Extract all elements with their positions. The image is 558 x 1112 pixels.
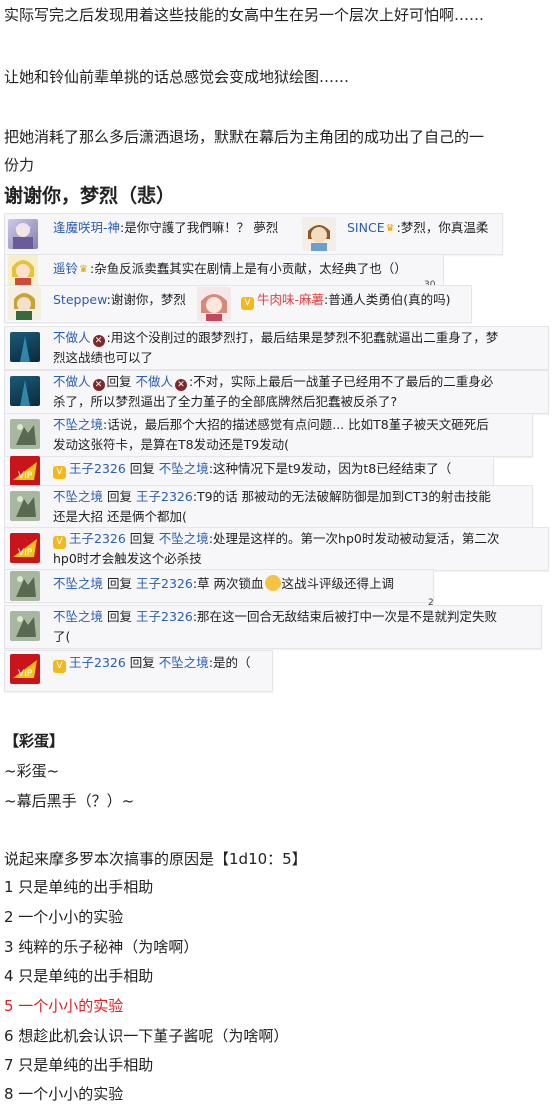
avatar[interactable] [10,491,40,521]
emoji-icon [264,575,281,591]
username[interactable]: 王子2326 [69,531,126,546]
comment-text: V 王子2326 回复 不坠之境:是的（ [53,653,251,673]
comment-text: V 牛肉味-麻薯:普通人类勇伯(真的吗) [241,290,451,310]
username[interactable]: Steppew [53,292,107,307]
username[interactable]: 牛肉味-麻薯 [257,292,324,307]
comment-card: VIP V 王子2326 回复 不坠之境:处理是这样的。第一次hp0时发动被动复活… [4,527,549,571]
username[interactable]: 遥铃 [53,261,78,276]
username[interactable]: 不坠之境 [53,609,103,624]
comment-card: 不做人 ✕:用这个没削过的跟梦烈打，最后结果是梦烈不犯蠢就逼出二重身了，梦 烈这战… [4,326,549,370]
list-item: 1 只是单纯的出手相助 [4,878,154,896]
comment-text: 不做人 ✕:用这个没削过的跟梦烈打，最后结果是梦烈不犯蠢就逼出二重身了，梦 烈这战… [53,330,499,365]
avatar[interactable] [8,287,41,320]
comment-card: 不坠之境 回复 王子2326:草 两次锁血 这战斗评级还得上调 [4,569,434,603]
crown-icon: ♛ [385,223,395,234]
username[interactable]: 逢魔咲玥-神 [53,220,120,235]
crown-icon: ♛ [79,264,88,275]
comment-text: V 王子2326 回复 不坠之境:这种情况下是t9发动，因为t8已经结束了（ [53,459,451,479]
easter-sub-1: ~彩蛋~ [4,762,60,780]
avatar[interactable] [10,611,40,641]
vip-icon: V [53,466,66,479]
avatar[interactable]: VIP [10,533,40,563]
comment-card: 逢魔咲玥-神:是你守護了我們嘛！？ 夢烈 SINCE♛:梦烈，你真温柔 [4,213,503,255]
reply-target[interactable]: 王子2326 [136,609,193,624]
comment-card: 不坠之境 回复 王子2326:那在这一回合无敌结束后被打中一次是不是就判定失败 … [4,605,542,649]
badge-icon: ✕ [92,379,105,391]
avatar[interactable] [8,219,38,249]
comment-text: Steppew:谢谢你，梦烈 [53,292,186,307]
comment-text: 遥铃♛:杂鱼反派卖蠢其实在剧情上是有小贡献，太经典了也（） [53,261,407,276]
vip-icon: V [241,297,254,310]
reply-target[interactable]: 不做人 [136,374,174,389]
comment-text: 不做人 ✕ 回复 不做人 ✕:不对，实际上最后一战堇子已经用不了最后的二重身必 杀了，… [53,374,494,409]
avatar[interactable] [10,376,40,406]
vip-icon: V [53,536,66,549]
username[interactable]: 王子2326 [69,655,126,670]
intro-line-3b: 份力 [4,156,35,174]
section-heading: 谢谢你，梦烈（悲） [4,185,176,207]
list-item: 7 只是单纯的出手相助 [4,1056,154,1074]
badge-icon: ✕ [175,379,188,391]
list-item-highlighted: 5 一个小小的实验 [4,997,124,1015]
easter-sub-2: ~幕后黑手（？）~ [4,792,135,810]
avatar[interactable] [10,332,40,362]
avatar[interactable] [8,255,38,285]
intro-line-1: 实际写完之后发现用着这些技能的女高中生在另一个层次上好可怕啊…… [4,6,485,24]
avatar[interactable] [10,419,40,449]
roll-line: 说起来摩多罗本次搞事的原因是【1d10：5】 [4,850,307,868]
avatar[interactable] [302,217,336,251]
username[interactable]: 不做人 [53,330,91,345]
svg-text:VIP: VIP [18,471,33,481]
username[interactable]: SINCE [347,220,385,235]
list-item: 2 一个小小的实验 [4,908,124,926]
comment-card: 遥铃♛:杂鱼反派卖蠢其实在剧情上是有小贡献，太经典了也（） [4,254,444,286]
comment-text: 不坠之境 回复 王子2326:草 两次锁血 这战斗评级还得上调 [53,575,395,591]
reply-target[interactable]: 不坠之境 [159,531,209,546]
list-item: 6 想趁此机会认识一下堇子酱呢（为啥啊） [4,1027,289,1045]
avatar[interactable]: VIP [10,456,40,486]
username[interactable]: 不坠之境 [53,576,103,591]
comment-card: VIP V 王子2326 回复 不坠之境:这种情况下是t9发动，因为t8已经结束了… [4,456,494,486]
reply-target[interactable]: 王子2326 [136,489,193,504]
avatar[interactable] [10,571,40,601]
comment-text: 逢魔咲玥-神:是你守護了我們嘛！？ 夢烈 [53,220,279,235]
list-item: 8 一个小小的实验 [4,1085,124,1103]
svg-text:VIP: VIP [18,548,33,558]
easter-title: 【彩蛋】 [4,732,65,750]
comment-text: V 王子2326 回复 不坠之境:处理是这样的。第一次hp0时发动被动复活，第二次… [53,531,500,566]
intro-line-3a: 把她消耗了那么多后潇洒退场，默默在幕后为主角团的成功出了自己的一 [4,128,485,146]
comment-card: Steppew:谢谢你，梦烈 V 牛肉味-麻薯:普通人类勇伯(真的吗) [4,285,472,323]
username[interactable]: 不坠之境 [53,489,103,504]
comment-text: 不坠之境 回复 王子2326:T9的话 那被动的无法破解防御是加到CT3的射击技… [53,489,491,524]
reply-target[interactable]: 不坠之境 [159,461,209,476]
comment-card: 不做人 ✕ 回复 不做人 ✕:不对，实际上最后一战堇子已经用不了最后的二重身必 杀了，… [4,370,549,414]
list-item: 3 纯粹的乐子秘神（为啥啊） [4,938,199,956]
comment-text: 不坠之境 回复 王子2326:那在这一回合无敌结束后被打中一次是不是就判定失败 … [53,609,498,644]
badge-icon: ✕ [92,335,105,347]
intro-line-2: 让她和铃仙前辈单挑的话总感觉会变成地狱绘图…… [4,68,350,86]
username[interactable]: 不坠之境 [53,417,103,432]
comment-text: SINCE♛:梦烈，你真温柔 [347,220,489,235]
comment-card: 不坠之境 回复 王子2326:T9的话 那被动的无法破解防御是加到CT3的射击技… [4,485,533,529]
username[interactable]: 不做人 [53,374,91,389]
avatar[interactable] [197,287,231,321]
comment-card: VIP V 王子2326 回复 不坠之境:是的（ [4,650,273,692]
comment-card: 不坠之境:话说，最后那个大招的描述感觉有点问题... 比如T8堇子被天文砸死后 … [4,413,533,457]
vip-icon: V [53,660,66,673]
list-item: 4 只是单纯的出手相助 [4,967,154,985]
comment-text: 不坠之境:话说，最后那个大招的描述感觉有点问题... 比如T8堇子被天文砸死后 … [53,417,489,452]
reply-target[interactable]: 王子2326 [136,576,193,591]
reply-target[interactable]: 不坠之境 [159,655,209,670]
username[interactable]: 王子2326 [69,461,126,476]
svg-text:VIP: VIP [18,669,33,679]
avatar[interactable]: VIP [10,654,40,684]
